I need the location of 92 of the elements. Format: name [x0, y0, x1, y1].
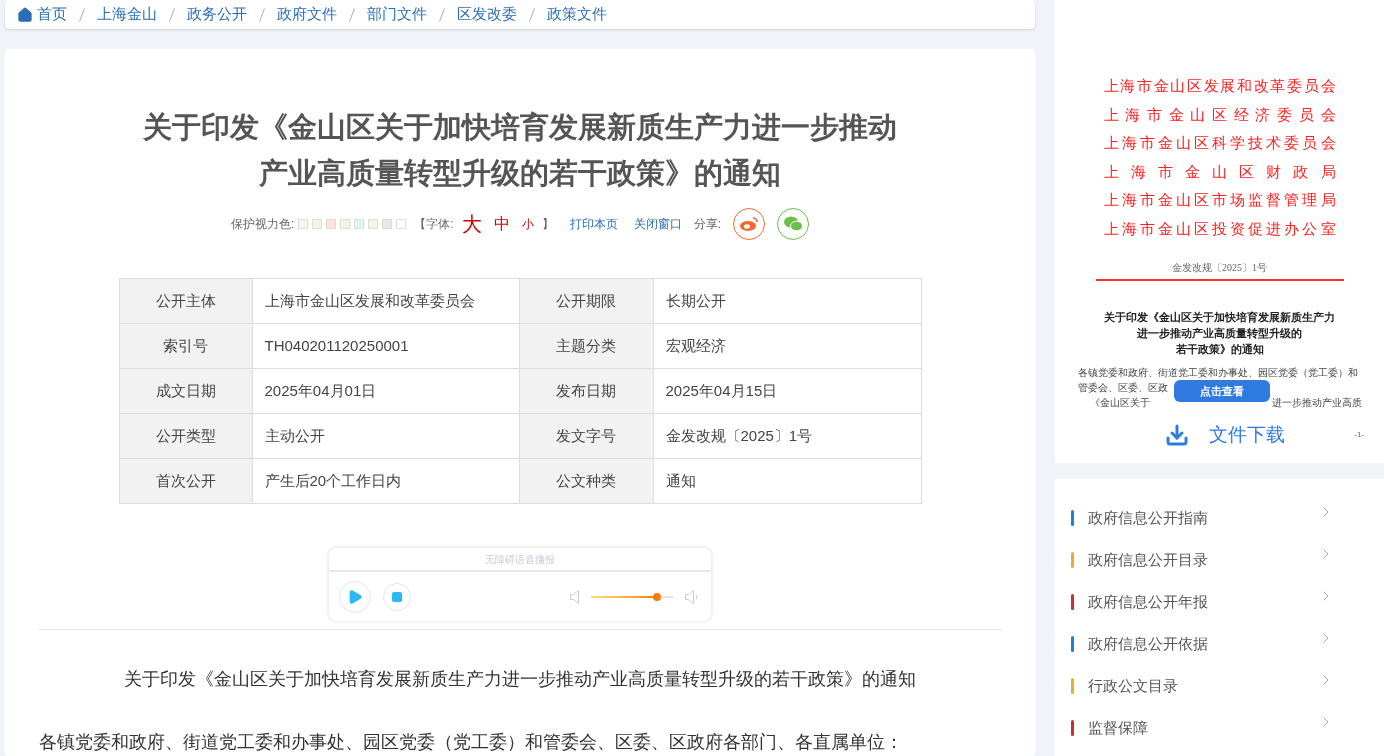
- download-icon: [1164, 423, 1189, 448]
- table-label: 公开期限: [519, 278, 653, 324]
- slash-separator-icon: [529, 7, 535, 22]
- table-cell: 产生后20个工作日内: [252, 458, 519, 504]
- slash-separator-icon: [439, 7, 445, 22]
- document-title: 若干政策》的通知: [1175, 342, 1264, 357]
- download-button[interactable]: 文件下载: [1164, 421, 1285, 450]
- issuer-name: 上海市金山区市场监督管理局: [1103, 191, 1336, 210]
- side-nav-item[interactable]: 政府信息公开指南: [1055, 497, 1384, 539]
- breadcrumb-link[interactable]: 政务公开: [187, 3, 247, 26]
- table-label: 首次公开: [119, 458, 252, 504]
- view-button[interactable]: 点击查看: [1173, 380, 1270, 402]
- issuer-name: 上海市金山区投资促进办公室: [1103, 219, 1336, 239]
- color-swatch[interactable]: [340, 219, 351, 229]
- breadcrumb-link[interactable]: 政策文件: [547, 3, 607, 26]
- breadcrumb-link[interactable]: 部门文件: [367, 3, 427, 26]
- font-size-option[interactable]: 小: [521, 215, 534, 233]
- breadcrumb-link[interactable]: 政府文件: [277, 3, 337, 26]
- document-text: 进一步推动产业高质: [1271, 397, 1362, 409]
- issuer-name: 上海市金山区财政局: [1103, 162, 1336, 182]
- side-nav-item[interactable]: 政府信息公开依据: [1055, 623, 1384, 665]
- color-swatch[interactable]: [382, 219, 393, 229]
- volume-low-icon: [570, 589, 579, 604]
- color-swatch[interactable]: [368, 219, 379, 229]
- document-title: 进一步推动产业高质量转型升级的: [1137, 326, 1302, 341]
- document-text: 《金山区关于: [1089, 397, 1150, 409]
- breadcrumb-link[interactable]: 区发改委: [457, 3, 517, 26]
- page-number: -1-: [1354, 429, 1364, 442]
- table-label: 发布日期: [519, 368, 653, 414]
- table-label: 公文种类: [519, 458, 653, 504]
- table-label: 公开类型: [119, 413, 252, 459]
- issuer-name: 上海市金山区发展和改革委员会: [1103, 77, 1336, 96]
- side-nav-item[interactable]: 政府信息公开年报: [1055, 581, 1384, 623]
- side-nav-item[interactable]: 政府信息公开目录: [1055, 539, 1384, 581]
- font-label-end: 】: [541, 216, 554, 233]
- table-cell: TH040201120250001: [252, 323, 519, 369]
- volume-slider[interactable]: [591, 595, 673, 598]
- font-size-option[interactable]: 大: [461, 209, 482, 239]
- table-label: 成文日期: [119, 368, 252, 414]
- table-cell: 主动公开: [252, 413, 519, 459]
- document-text: 管委会、区委、区政: [1077, 382, 1168, 394]
- color-swatch[interactable]: [312, 219, 323, 229]
- document-title: 关于印发《金山区关于加快培育发展新质生产力: [1104, 310, 1335, 325]
- table-cell: 金发改规〔2025〕1号: [653, 413, 921, 459]
- side-nav-item[interactable]: 行政公文目录: [1055, 665, 1384, 707]
- body-paragraph: 关于印发《金山区关于加快培育发展新质生产力进一步推动产业高质量转型升级的若干政策》的通知: [123, 668, 917, 691]
- color-swatch[interactable]: [326, 219, 337, 229]
- weibo-icon: [739, 216, 759, 232]
- side-nav-label: 政府信息公开依据: [1088, 633, 1209, 654]
- article-title: 关于印发《金山区关于加快培育发展新质生产力进一步推动产业高质量转型升级的若干政策》的通知: [142, 110, 898, 191]
- print-link[interactable]: 打印本页: [569, 215, 618, 233]
- volume-thumb[interactable]: [652, 592, 661, 601]
- share-label: 分享:: [693, 216, 721, 233]
- close-window-link[interactable]: 关闭窗口: [633, 215, 682, 233]
- table-cell: 长期公开: [653, 278, 921, 324]
- color-swatch[interactable]: [298, 219, 309, 229]
- slash-separator-icon: [79, 7, 85, 22]
- side-nav-label: 政府信息公开年报: [1088, 591, 1209, 612]
- side-nav-label: 行政公文目录: [1088, 675, 1179, 696]
- table-label: 公开主体: [119, 278, 252, 324]
- eye-care-label: 保护视力色:: [231, 216, 295, 233]
- table-cell: 2025年04月01日: [252, 368, 519, 414]
- issuer-name: 上海市金山区经济委员会: [1103, 105, 1336, 125]
- table-label: 发文字号: [519, 413, 653, 459]
- slash-separator-icon: [259, 7, 265, 22]
- color-swatch[interactable]: [354, 219, 365, 229]
- font-label: 【字体:: [414, 216, 454, 233]
- slash-separator-icon: [349, 7, 355, 22]
- play-icon: [347, 588, 363, 605]
- side-nav-item[interactable]: 监督保障: [1055, 707, 1384, 749]
- volume-high-icon: [685, 589, 701, 604]
- table-cell: 上海市金山区发展和改革委员会: [252, 278, 519, 324]
- home-icon: [17, 6, 33, 23]
- body-paragraph: 各镇党委和政府、街道党工委和办事处、园区党委（党工委）和管委会、区委、区政府各部门、各直属单位：: [38, 731, 904, 754]
- side-nav-label: 政府信息公开指南: [1088, 507, 1209, 528]
- table-cell: 宏观经济: [653, 323, 921, 369]
- issuer-name: 上海市金山区科学技术委员会: [1103, 134, 1336, 153]
- stop-icon: [391, 590, 403, 603]
- table-label: 主题分类: [519, 323, 653, 369]
- table-label: 索引号: [119, 323, 252, 369]
- breadcrumb-link[interactable]: 上海金山: [97, 3, 157, 26]
- document-text: 各镇党委和政府、街道党工委和办事处、园区党委（党工委）和: [1077, 367, 1358, 379]
- slash-separator-icon: [169, 7, 175, 22]
- side-nav-label: 政府信息公开目录: [1088, 549, 1209, 570]
- table-cell: 2025年04月15日: [653, 368, 921, 414]
- table-cell: 通知: [653, 458, 921, 504]
- document-number: 金发改规〔2025〕1号: [1172, 261, 1267, 275]
- side-nav-label: 监督保障: [1088, 717, 1149, 738]
- wechat-icon: [783, 216, 803, 232]
- color-swatch[interactable]: [396, 219, 407, 229]
- font-size-option[interactable]: 中: [493, 212, 510, 236]
- breadcrumb-link[interactable]: 首页: [37, 3, 67, 26]
